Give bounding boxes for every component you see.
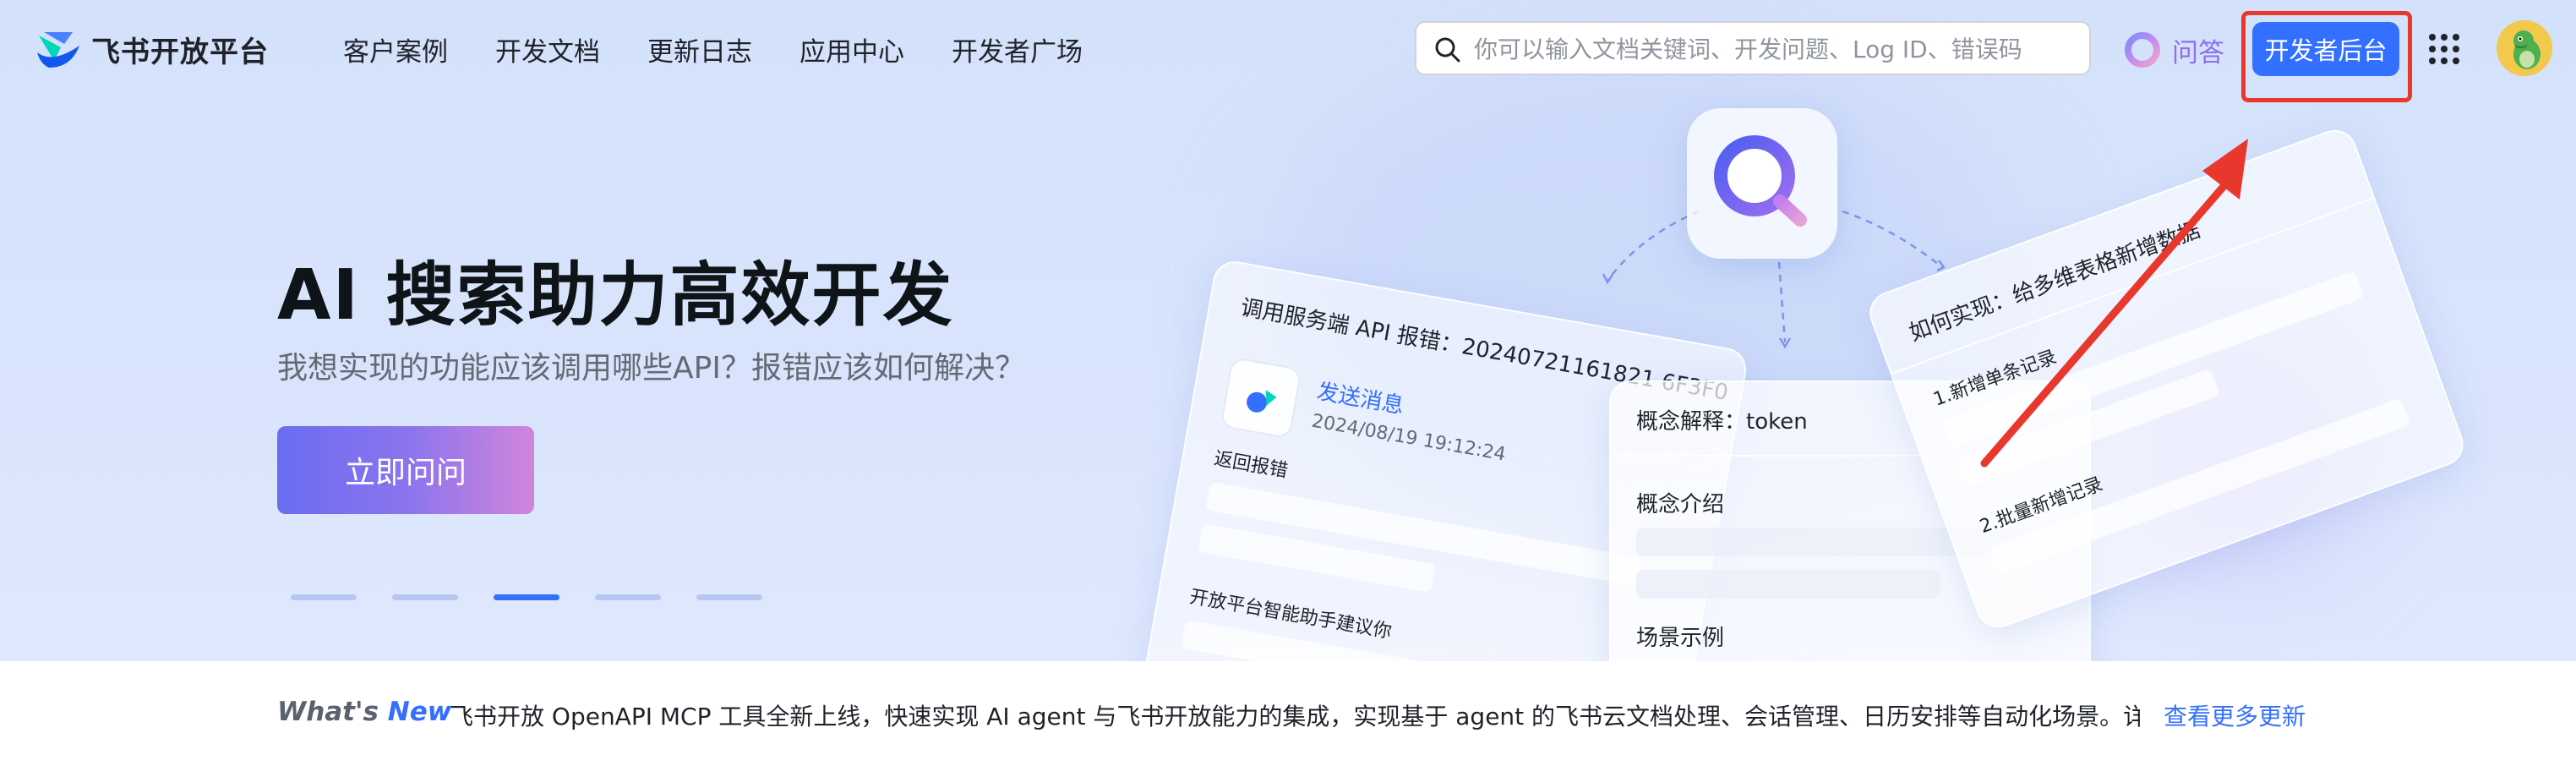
hero-banner: 飞书开放平台 客户案例 开发文档 更新日志 应用中心 开发者广场 你可以输入文档… (0, 0, 2576, 661)
carousel-dot[interactable] (291, 594, 357, 600)
dinosaur-avatar-icon (2497, 20, 2552, 76)
placeholder-bar (1181, 620, 1619, 661)
feishu-logo-icon[interactable] (35, 27, 83, 71)
nav-app-center[interactable]: 应用中心 (800, 30, 904, 68)
annotation-arrow-icon (1980, 139, 2248, 468)
ask-now-button[interactable]: 立即问问 (277, 426, 534, 514)
whats-new-text[interactable]: 飞书开放 OpenAPI MCP 工具全新上线，快速实现 AI agent 与飞… (450, 698, 2140, 732)
brand-name[interactable]: 飞书开放平台 (91, 29, 269, 70)
user-avatar[interactable] (2497, 20, 2552, 76)
carousel-dot-active[interactable] (494, 594, 559, 600)
hero-subtitle: 我想实现的功能应该调用哪些API？报错应该如何解决？ (277, 351, 1025, 386)
search-icon (1435, 37, 1460, 63)
error-label: 返回报错 (1212, 448, 1290, 483)
ai-assistant-icon (2125, 32, 2160, 68)
new-word: New (387, 697, 452, 727)
message-app-icon (1220, 356, 1302, 440)
carousel-dot[interactable] (595, 594, 661, 600)
annotation-highlight-box (2241, 11, 2412, 102)
ask-label: 问答 (2172, 37, 2224, 68)
whats-word: What's (277, 697, 379, 727)
concept-intro-label: 概念介绍 (1636, 492, 1725, 517)
magnifier-icon (1714, 135, 1807, 227)
whats-new-bar: What's New 飞书开放 OpenAPI MCP 工具全新上线，快速实现 … (0, 661, 2576, 766)
top-header: 飞书开放平台 客户案例 开发文档 更新日志 应用中心 开发者广场 你可以输入文档… (0, 0, 2576, 102)
main-nav: 客户案例 开发文档 更新日志 应用中心 开发者广场 (343, 30, 1083, 68)
carousel-dot[interactable] (392, 594, 458, 600)
search-box[interactable] (1415, 21, 2091, 75)
view-more-updates-link[interactable]: 查看更多更新 (2164, 698, 2306, 732)
nav-docs[interactable]: 开发文档 (495, 30, 600, 68)
carousel-dot[interactable] (696, 594, 762, 600)
scenario-label: 场景示例 (1636, 626, 1725, 651)
search-input[interactable] (1474, 31, 2066, 67)
placeholder-bar (1636, 570, 1940, 599)
nav-changelog[interactable]: 更新日志 (647, 30, 752, 68)
hero-title: AI 搜索助力高效开发 (277, 255, 954, 336)
nav-developer-square[interactable]: 开发者广场 (952, 30, 1083, 68)
carousel-indicators (291, 594, 762, 600)
nav-customer-cases[interactable]: 客户案例 (343, 30, 448, 68)
apps-grid-icon[interactable] (2427, 32, 2461, 66)
ai-search-badge (1687, 108, 1837, 259)
concept-title: 概念解释：token (1636, 409, 1808, 435)
whats-new-label: What's New (277, 697, 451, 727)
message-item-time: 2024/08/19 19:12:24 (1310, 410, 1508, 466)
ask-button[interactable]: 问答 (2123, 27, 2224, 73)
